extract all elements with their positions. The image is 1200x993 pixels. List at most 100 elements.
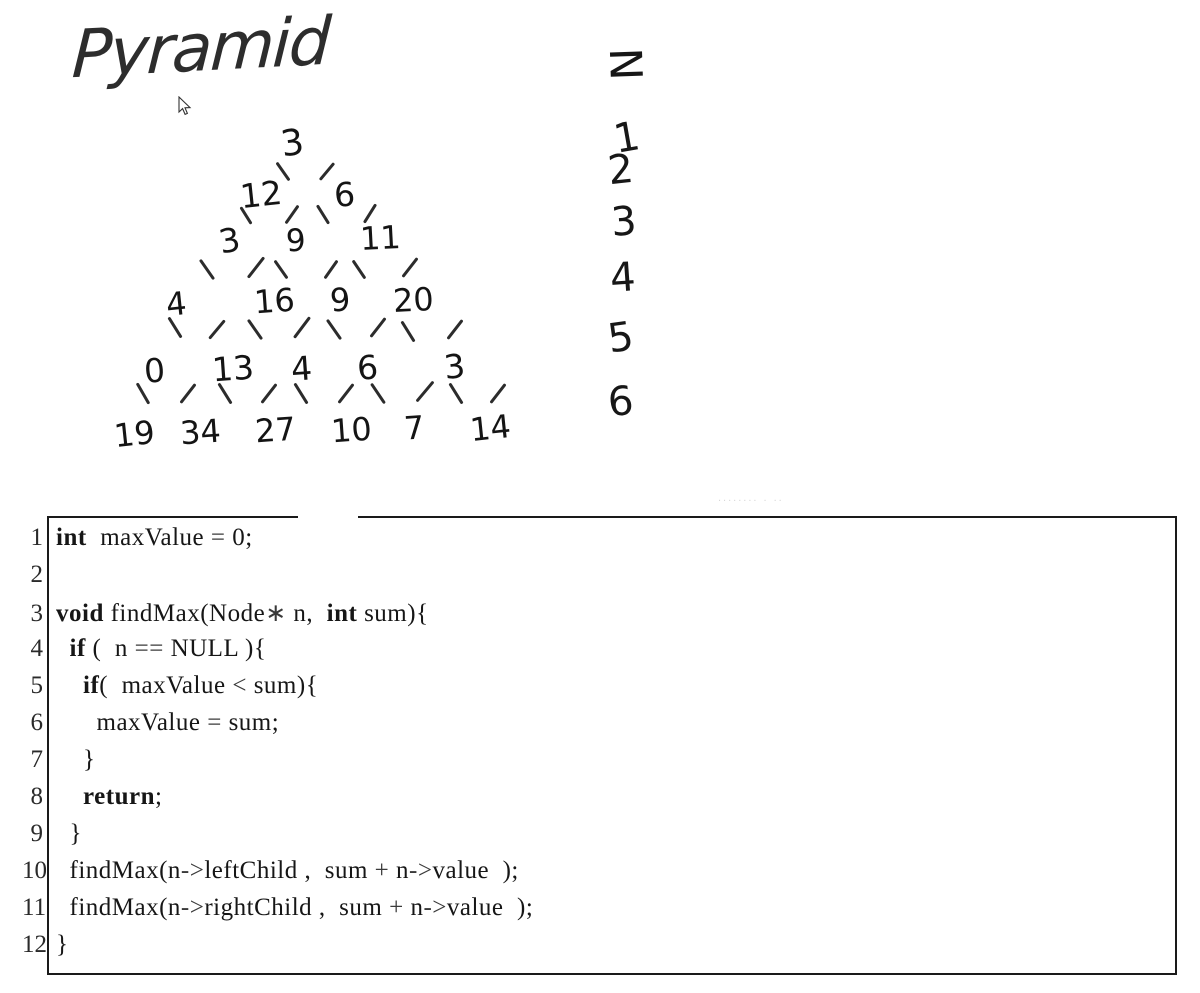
- code-token: value );: [432, 857, 519, 884]
- pyramid-cell: 14: [468, 406, 513, 450]
- pyramid-cell: 27: [253, 409, 297, 451]
- code-line-text: if ( n == NULL ){: [47, 635, 266, 663]
- code-line[interactable]: 9 }: [22, 820, 1177, 857]
- line-number: 11: [22, 894, 47, 921]
- code-box-top-border: [47, 516, 1177, 518]
- code-operator: ∗: [265, 600, 287, 627]
- level-number: 3: [609, 198, 639, 246]
- pyramid-cell: 4: [289, 348, 314, 389]
- code-line[interactable]: 8 return;: [22, 783, 1177, 820]
- code-operator: ->: [409, 857, 433, 884]
- code-line[interactable]: 2: [22, 561, 1177, 598]
- code-line-text: maxValue = sum;: [47, 709, 279, 737]
- code-operator: ->: [180, 894, 205, 921]
- line-number: 4: [30, 635, 44, 662]
- code-line[interactable]: 4 if ( n == NULL ){: [22, 635, 1177, 672]
- line-number: 12: [22, 931, 47, 958]
- line-number: 9: [30, 820, 44, 847]
- code-token: sum){: [357, 600, 429, 627]
- code-line[interactable]: 7 }: [22, 746, 1177, 783]
- code-line-text: findMax(n->rightChild , sum + n->value )…: [47, 894, 533, 922]
- pyramid-cell: 7: [402, 408, 426, 448]
- code-token: 0;: [225, 524, 253, 551]
- code-token: NULL ){: [163, 635, 267, 662]
- code-operator: ->: [423, 894, 447, 921]
- code-keyword: void: [56, 600, 104, 627]
- pyramid-cell: 3: [278, 121, 307, 166]
- code-token: sum){: [246, 672, 319, 699]
- code-operator: ==: [134, 635, 164, 662]
- pyramid-cell: 0: [142, 350, 167, 391]
- code-keyword: return: [83, 783, 155, 810]
- code-token: n: [389, 857, 410, 884]
- code-token: ( n: [85, 635, 135, 662]
- code-token: value );: [446, 894, 534, 921]
- code-token: findMax(n: [69, 894, 181, 921]
- pyramid-cell: 6: [332, 174, 357, 215]
- code-line[interactable]: 12}: [22, 931, 1177, 968]
- code-token: maxValue: [86, 524, 211, 551]
- code-box-bottom-border: [47, 973, 1177, 975]
- code-token: }: [56, 931, 69, 958]
- sketch-title: Pyramid: [70, 2, 331, 94]
- code-operator: <: [232, 672, 247, 699]
- handwritten-sketch-region: Pyramid 3 12 6 3 9 11 4 16 9 20 0 13 4 6…: [0, 0, 1200, 504]
- code-line-text: }: [47, 746, 96, 774]
- code-operator: +: [389, 894, 404, 921]
- level-number: 2: [605, 145, 636, 195]
- line-number: 8: [30, 783, 44, 810]
- code-lines: 1 int maxValue = 0; 2 3 void findMax(Node∗ n…: [22, 524, 1177, 968]
- code-line-text: }: [47, 820, 82, 848]
- code-token: rightChild , sum: [204, 894, 390, 921]
- pyramid-cell: 12: [238, 172, 284, 217]
- code-line-text: findMax(n->leftChild , sum + n->value );: [47, 857, 519, 885]
- code-line[interactable]: 1 int maxValue = 0;: [22, 524, 1177, 561]
- level-number: 6: [605, 377, 636, 427]
- code-line[interactable]: 11 findMax(n->rightChild , sum + n->valu…: [22, 894, 1177, 931]
- code-line-text: int maxValue = 0;: [47, 524, 253, 552]
- code-line-text: void findMax(Node∗ n, int sum){: [47, 598, 429, 628]
- code-keyword: int: [56, 524, 87, 551]
- level-number: 5: [604, 313, 637, 363]
- pyramid-cell: 13: [210, 347, 256, 390]
- pyramid-cell: 6: [355, 347, 380, 388]
- code-operator: ->: [180, 857, 205, 884]
- code-token: findMax(Node: [103, 600, 266, 627]
- code-line-text: return;: [47, 783, 162, 811]
- code-line[interactable]: 6 maxValue = sum;: [22, 709, 1177, 746]
- code-token: findMax(n: [69, 857, 181, 884]
- line-number: 7: [30, 746, 44, 773]
- line-number: 2: [30, 561, 44, 588]
- level-number: 4: [608, 254, 638, 302]
- code-keyword: int: [326, 600, 358, 627]
- code-token: ( maxValue: [99, 672, 233, 699]
- code-keyword: if: [69, 635, 86, 662]
- code-token: n: [403, 894, 424, 921]
- line-number: 6: [30, 709, 44, 736]
- level-column-header: N: [601, 46, 655, 82]
- code-line[interactable]: 3 void findMax(Node∗ n, int sum){: [22, 598, 1177, 635]
- code-line-text: if( maxValue < sum){: [47, 672, 318, 700]
- code-token: n,: [286, 600, 327, 627]
- code-token: ;: [154, 783, 163, 810]
- line-number: 1: [30, 524, 44, 551]
- line-number: 3: [30, 600, 44, 627]
- line-number: 5: [30, 672, 44, 699]
- line-number: 10: [22, 857, 47, 884]
- code-listing-box: 1 int maxValue = 0; 2 3 void findMax(Node∗ n…: [22, 516, 1177, 975]
- code-operator: =: [210, 524, 226, 551]
- code-line[interactable]: 10 findMax(n->leftChild , sum + n->value…: [22, 857, 1177, 894]
- pyramid-cell: 34: [178, 411, 222, 453]
- pyramid-cell: 19: [112, 412, 157, 456]
- pyramid-cell: 3: [215, 219, 244, 262]
- code-operator: +: [374, 857, 390, 884]
- pyramid-cell: 9: [285, 222, 307, 260]
- code-line[interactable]: 5 if( maxValue < sum){: [22, 672, 1177, 709]
- code-token: leftChild , sum: [204, 857, 375, 884]
- code-keyword: if: [83, 672, 100, 699]
- code-token: sum;: [221, 709, 280, 736]
- pyramid-cell: 10: [329, 409, 373, 451]
- pyramid-cell: 20: [392, 279, 435, 321]
- scan-artifact-text: ........ . ..: [718, 492, 784, 504]
- pyramid-cell: 4: [164, 284, 189, 324]
